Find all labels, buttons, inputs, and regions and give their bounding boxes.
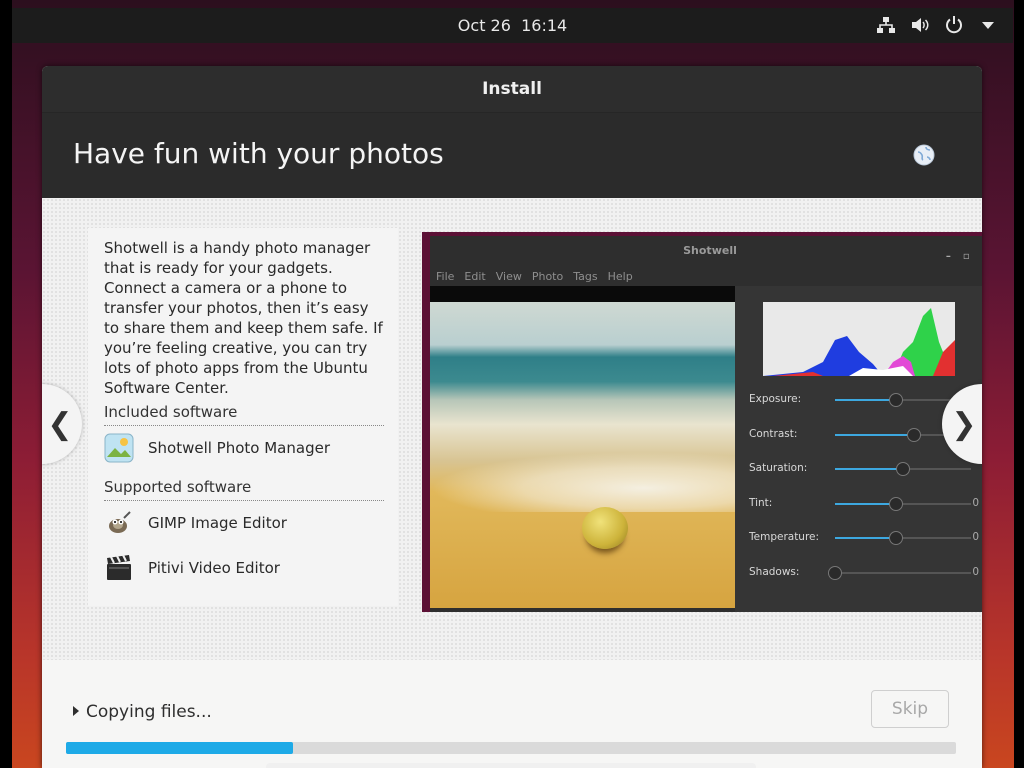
menu-item: Edit: [464, 269, 486, 283]
window-controls: – ▫ ✕: [946, 242, 982, 272]
adjustment-row: Temperature: 0: [749, 528, 979, 548]
slider-knob: [896, 462, 910, 477]
gimp-icon: [104, 508, 134, 538]
adjustment-label: Tint:: [749, 496, 773, 509]
included-software-label: Included software: [104, 403, 384, 426]
screen-border: [0, 0, 12, 768]
menu-item: Help: [607, 269, 633, 283]
chevron-left-icon: ❮: [47, 406, 73, 442]
status-text: Copying files...: [86, 702, 212, 722]
shotwell-title: Shotwell – ▫ ✕: [430, 236, 982, 266]
histogram: [763, 302, 955, 376]
adjustment-label: Temperature:: [749, 531, 820, 544]
adjustment-value: 0: [972, 531, 979, 544]
install-progress-bar: [66, 742, 956, 754]
volume-icon[interactable]: [909, 15, 931, 35]
progress-fill: [66, 742, 293, 754]
app-shotwell: Shotwell Photo Manager: [104, 432, 330, 464]
chevron-down-icon[interactable]: [977, 15, 999, 35]
minimize-icon: –: [945, 251, 951, 262]
screen-border: [1014, 0, 1024, 768]
slider-fill: [835, 537, 897, 540]
shotwell-menubar: File Edit View Photo Tags Help: [430, 266, 982, 286]
adjustment-label: Contrast:: [749, 427, 798, 440]
adjustment-label: Exposure:: [749, 393, 802, 405]
adjustment-row: Saturation:: [749, 459, 979, 479]
adjustment-label: Shadows:: [749, 566, 800, 578]
top-bar: Oct 26 16:14: [12, 8, 1013, 43]
clock[interactable]: Oct 26 16:14: [12, 16, 1013, 35]
slide-screenshot: Shotwell – ▫ ✕ File Edit View Photo Tags…: [422, 232, 982, 612]
adjustment-value: 0: [972, 566, 979, 578]
previous-slide-button[interactable]: ❮: [42, 384, 82, 464]
adjustment-value: 0: [972, 496, 979, 509]
clock-date: Oct 26: [457, 16, 511, 35]
page-title: Have fun with your photos: [73, 137, 444, 170]
slider-track: [835, 572, 971, 574]
shotwell-icon: [104, 433, 134, 463]
tennis-ball: [582, 507, 628, 549]
pitivi-icon: [104, 553, 134, 583]
app-name: Shotwell Photo Manager: [148, 439, 330, 457]
adjustment-row: Tint: 0: [749, 494, 979, 514]
shotwell-window-image: Shotwell – ▫ ✕ File Edit View Photo Tags…: [430, 236, 982, 612]
details-expander[interactable]: Copying files...: [72, 702, 212, 722]
app-name: Pitivi Video Editor: [148, 559, 280, 577]
slider-fill: [835, 468, 903, 471]
installer-window: Install Have fun with your photos Shotwe…: [42, 66, 982, 768]
adjustment-label: Saturation:: [749, 462, 808, 475]
app-pitivi: Pitivi Video Editor: [104, 552, 280, 584]
slider-knob: [889, 496, 904, 511]
slider-knob: [889, 393, 904, 407]
skip-button[interactable]: Skip: [871, 690, 949, 728]
slider-knob: [828, 566, 842, 580]
menu-item: Tags: [573, 269, 598, 283]
network-icon[interactable]: [875, 15, 897, 35]
slideshow: Shotwell is a handy photo manager that i…: [42, 198, 982, 660]
app-name: GIMP Image Editor: [148, 514, 287, 532]
slider-fill: [835, 399, 897, 401]
chevron-right-icon: ❯: [951, 406, 977, 442]
beach-photo: [430, 302, 735, 608]
expander-arrow-icon: [72, 702, 80, 722]
slide-text-panel: Shotwell is a handy photo manager that i…: [88, 228, 398, 606]
adjustment-row: Shadows: 0: [749, 563, 979, 583]
slide-header: Have fun with your photos: [42, 113, 982, 198]
power-icon[interactable]: [943, 15, 965, 35]
menu-item: File: [436, 269, 455, 283]
slider-fill: [835, 502, 897, 505]
shotwell-title-text: Shotwell: [683, 244, 737, 257]
supported-software-label: Supported software: [104, 478, 384, 501]
adjust-panel: Exposure: Contrast: Saturation: Tint: 0 Tempe…: [735, 286, 982, 612]
slider-knob: [906, 427, 921, 442]
clock-time: 16:14: [521, 16, 568, 35]
globe-icon: [913, 144, 935, 170]
slider-knob: [889, 531, 904, 546]
slider-fill: [835, 433, 914, 436]
menu-item: View: [495, 269, 522, 283]
menu-item: Photo: [531, 269, 564, 283]
window-title: Install: [42, 66, 982, 113]
wave: [430, 452, 735, 512]
system-tray[interactable]: [875, 15, 999, 35]
slide-description: Shotwell is a handy photo manager that i…: [104, 239, 383, 397]
bottom-panel-edge: [266, 763, 756, 768]
app-gimp: GIMP Image Editor: [104, 507, 287, 539]
maximize-icon: ▫: [962, 251, 970, 262]
